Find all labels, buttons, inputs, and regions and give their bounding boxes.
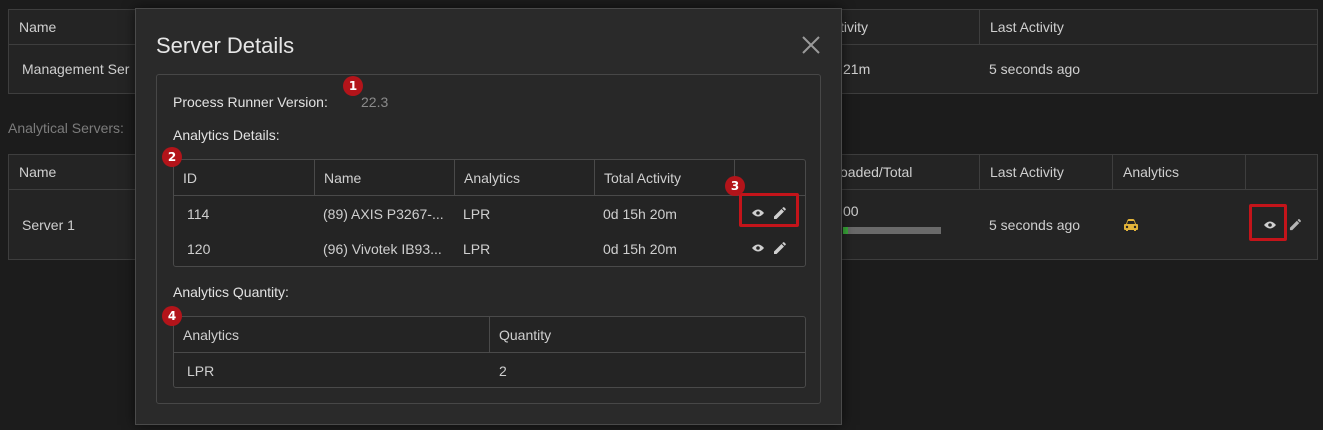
row-analytics: LPR [187,362,215,379]
annotation-badge-3: 3 [725,176,745,196]
modal-title: Server Details [156,33,295,58]
pencil-icon[interactable] [1285,190,1305,259]
column-header-analytics[interactable]: Analytics [174,317,489,352]
pencil-icon[interactable] [772,240,788,256]
car-icon [1123,190,1143,259]
row-id: 114 [187,205,210,222]
column-header-analytics[interactable]: Analytics [1112,155,1245,189]
table-row: LPR 2 [174,353,805,388]
server-activity: 21m [843,61,871,77]
row-id: 120 [187,240,211,257]
column-header-activity-label: tivity [840,19,868,35]
server-details-modal: Server Details Process Runner Version: 2… [135,8,842,425]
column-header-last-activity[interactable]: Last Activity [979,10,1319,44]
row-total-activity: 0d 15h 20m [603,240,677,257]
analytics-details-table: ID Name Analytics Total Activity 114 (89… [173,159,806,267]
highlight-row-actions [739,193,799,227]
table-row[interactable]: 114 (89) AXIS P3267-... LPR 0d 15h 20m [174,196,805,231]
progress-track [843,227,941,234]
highlight-eye-button [1249,204,1287,241]
column-header-actions [734,160,807,195]
column-header-id[interactable]: ID [174,160,314,195]
column-header-name[interactable]: Name [314,160,454,195]
server-name: Management Ser [22,61,130,77]
server-name: Server 1 [22,216,75,233]
row-total-activity: 0d 15h 20m [603,205,677,222]
loaded-progress-bar [843,226,953,236]
process-runner-version-value: 22.3 [361,94,389,110]
analytical-servers-heading: Analytical Servers: [8,120,124,136]
eye-icon[interactable] [750,241,766,255]
modal-body: Process Runner Version: 22.3 Analytics D… [156,74,821,404]
annotation-badge-1: 1 [343,76,363,96]
annotation-badge-2: 2 [162,147,182,167]
annotation-badge-4: 4 [162,306,182,326]
analytics-quantity-table: Analytics Quantity LPR 2 [173,316,806,388]
server-last-activity: 5 seconds ago [989,61,1081,77]
column-header-actions [1245,155,1319,189]
table-header: ID Name Analytics Total Activity [174,160,805,196]
column-header-total-activity[interactable]: Total Activity [594,160,734,195]
row-analytics: LPR [463,205,491,222]
row-name: (89) AXIS P3267-... [323,205,444,222]
column-header-last-activity[interactable]: Last Activity [979,155,1112,189]
table-row[interactable]: 120 (96) Vivotek IB93... LPR 0d 15h 20m [174,231,805,266]
column-header-analytics[interactable]: Analytics [454,160,594,195]
close-icon[interactable] [800,34,822,56]
row-name: (96) Vivotek IB93... [323,240,442,257]
row-analytics: LPR [463,240,491,257]
column-header-quantity[interactable]: Quantity [489,317,807,352]
row-quantity: 2 [499,362,507,379]
progress-fill [843,227,848,234]
analytics-quantity-label: Analytics Quantity: [173,284,289,300]
table-header: Analytics Quantity [174,317,805,353]
server-last-activity: 5 seconds ago [989,216,1081,233]
analytics-details-label: Analytics Details: [173,127,280,143]
process-runner-version-label: Process Runner Version: [173,94,328,110]
